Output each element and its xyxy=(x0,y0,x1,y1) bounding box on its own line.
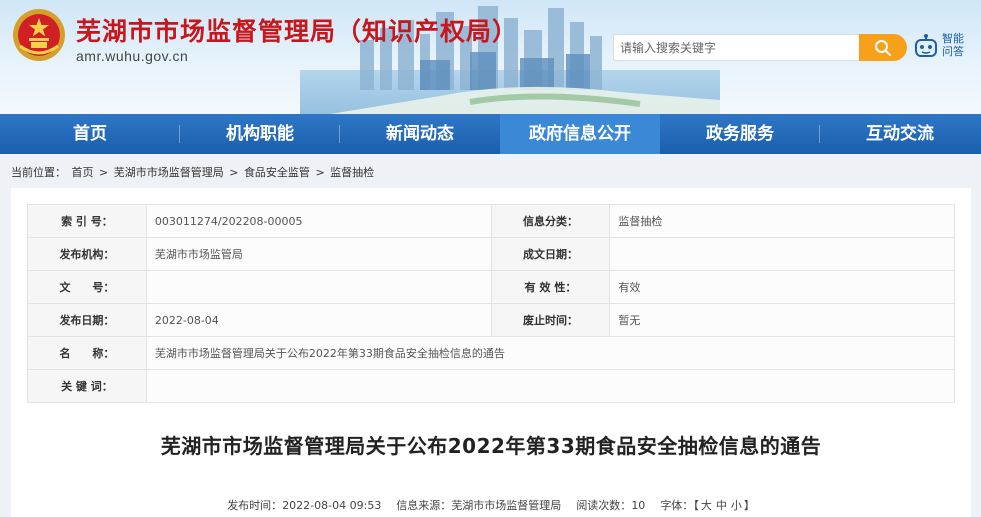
info-meta-table: 索 引 号： 003011274/202208-00005 信息分类： 监督抽检… xyxy=(27,204,956,403)
national-emblem-icon xyxy=(13,9,65,61)
search-input[interactable] xyxy=(613,34,859,61)
nav-functions[interactable]: 机构职能 xyxy=(180,114,340,154)
breadcrumb-food-safety[interactable]: 食品安全监管 xyxy=(244,166,310,179)
pub-date-label: 发布日期： xyxy=(27,303,147,337)
doc-no-label: 文 号： xyxy=(27,270,147,304)
table-row: 关 键 词： xyxy=(27,369,956,403)
breadcrumb-inspection[interactable]: 监督抽检 xyxy=(330,166,374,179)
article-meta: 发布时间：2022-08-04 09:53 信息来源：芜湖市市场监督管理局 阅读… xyxy=(11,497,971,513)
doc-no-value xyxy=(145,270,492,304)
search-icon xyxy=(875,39,891,56)
font-size-label: 字体： xyxy=(660,499,694,512)
article-title: 芜湖市市场监督管理局关于公布2022年第33期食品安全抽检信息的通告 xyxy=(160,434,822,458)
breadcrumb-prefix: 当前位置： xyxy=(11,166,66,179)
breadcrumb-sep: > xyxy=(315,166,325,179)
nav-label: 政务服务 xyxy=(706,124,774,144)
nav-interaction[interactable]: 互动交流 xyxy=(820,114,980,154)
breadcrumb-home[interactable]: 首页 xyxy=(72,166,94,179)
source-label: 信息来源： xyxy=(396,499,452,512)
validity-value: 有效 xyxy=(609,270,955,304)
breadcrumb-sep: > xyxy=(229,166,239,179)
category-label: 信息分类： xyxy=(490,204,611,238)
publisher-label: 发布机构： xyxy=(27,237,147,271)
breadcrumb-sep: > xyxy=(99,166,109,179)
nav-news[interactable]: 新闻动态 xyxy=(340,114,500,154)
bracket-close: 】 xyxy=(743,499,755,512)
table-row: 索 引 号： 003011274/202208-00005 信息分类： 监督抽检 xyxy=(27,204,955,238)
breadcrumb: 当前位置： 首页 > 芜湖市市场监督管理局 > 食品安全监管 > 监督抽检 xyxy=(11,164,376,180)
publisher-value: 芜湖市市场监管局 xyxy=(145,237,492,271)
site-title: 芜湖市市场监督管理局（知识产权局） xyxy=(76,17,519,46)
expire-value: 暂无 xyxy=(609,303,955,337)
site-url: amr.wuhu.gov.cn xyxy=(76,48,189,64)
font-size-medium-button[interactable]: 中 xyxy=(714,499,729,512)
doc-date-value xyxy=(609,237,955,271)
nav-label: 互动交流 xyxy=(866,124,934,144)
robot-label-line2: 问答 xyxy=(942,45,964,58)
keywords-label: 关 键 词： xyxy=(27,369,147,403)
index-no-label: 索 引 号： xyxy=(27,204,147,238)
robot-label-line1: 智能 xyxy=(942,32,964,45)
nav-label: 新闻动态 xyxy=(386,124,454,144)
name-label: 名 称： xyxy=(27,336,147,370)
main-nav: 首页 机构职能 新闻动态 政府信息公开 政务服务 互动交流 xyxy=(0,114,981,154)
doc-date-label: 成文日期： xyxy=(490,237,611,271)
table-row: 发布日期： 2022-08-04 废止时间： 暂无 xyxy=(27,303,955,337)
pub-date-value: 2022-08-04 xyxy=(145,303,492,337)
font-size-small-button[interactable]: 小 xyxy=(729,499,744,512)
publish-time-value: 2022-08-04 09:53 xyxy=(282,499,382,512)
validity-label: 有 效 性： xyxy=(490,270,611,304)
nav-services[interactable]: 政务服务 xyxy=(660,114,820,154)
views-value: 10 xyxy=(631,499,646,512)
table-row: 文 号： 有 效 性： 有效 xyxy=(27,270,955,304)
robot-icon[interactable] xyxy=(914,34,938,60)
smart-qa-link[interactable]: 智能 问答 xyxy=(942,32,970,58)
font-size-large-button[interactable]: 大 xyxy=(699,499,714,512)
nav-gov-info[interactable]: 政府信息公开 xyxy=(500,114,660,154)
keywords-value xyxy=(145,369,956,403)
index-no-value: 003011274/202208-00005 xyxy=(145,204,492,238)
source-value: 芜湖市市场监督管理局 xyxy=(451,499,562,512)
table-row: 名 称： 芜湖市市场监督管理局关于公布2022年第33期食品安全抽检信息的通告 xyxy=(27,336,956,370)
nav-label: 政府信息公开 xyxy=(529,124,631,144)
breadcrumb-bureau[interactable]: 芜湖市市场监督管理局 xyxy=(114,166,224,179)
nav-label: 首页 xyxy=(73,124,107,144)
table-row: 发布机构： 芜湖市市场监管局 成文日期： xyxy=(27,237,955,271)
bracket-open: 【 xyxy=(693,499,699,512)
expire-label: 废止时间： xyxy=(490,303,611,337)
nav-label: 机构职能 xyxy=(226,124,294,144)
search-button[interactable] xyxy=(859,34,907,61)
publish-time-label: 发布时间： xyxy=(227,499,283,512)
name-value: 芜湖市市场监督管理局关于公布2022年第33期食品安全抽检信息的通告 xyxy=(145,336,956,370)
category-value: 监督抽检 xyxy=(609,204,955,238)
nav-home[interactable]: 首页 xyxy=(0,114,180,154)
site-header: 芜湖市市场监督管理局（知识产权局） amr.wuhu.gov.cn 智能 问答 xyxy=(0,0,981,114)
views-label: 阅读次数： xyxy=(576,499,632,512)
content-panel: 索 引 号： 003011274/202208-00005 信息分类： 监督抽检… xyxy=(11,188,971,517)
